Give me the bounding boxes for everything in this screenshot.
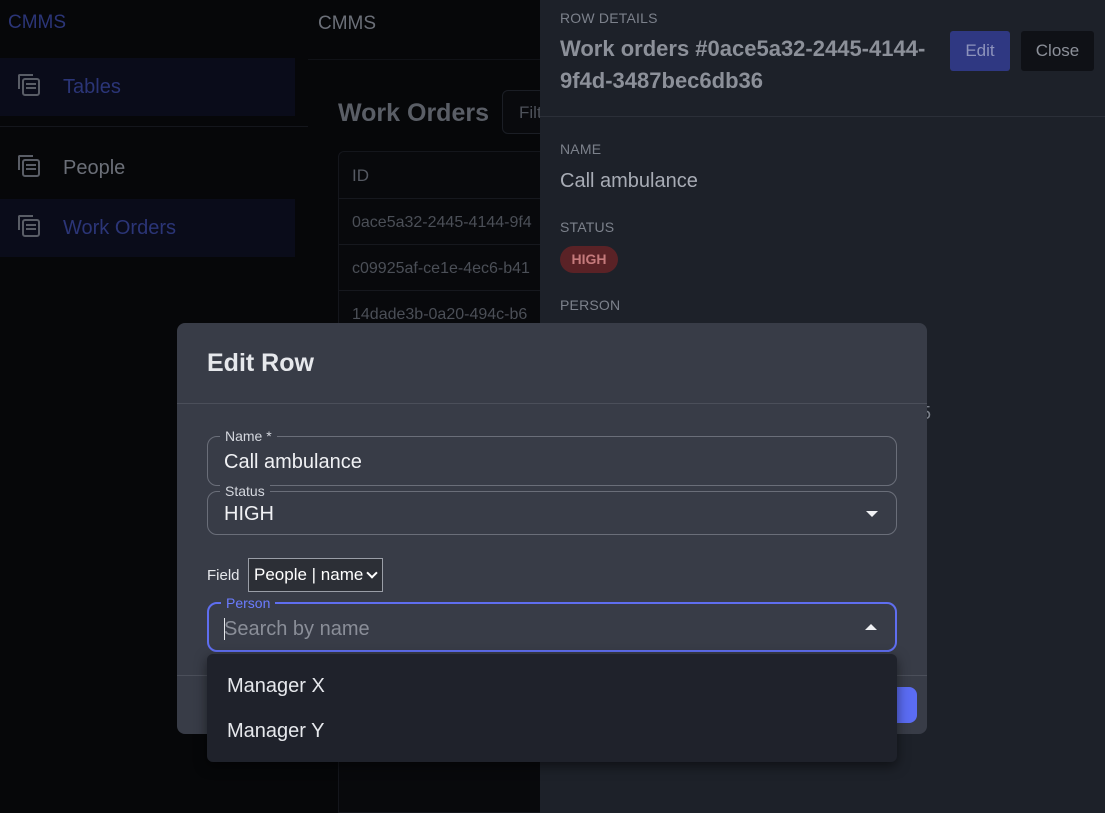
person-label: PERSON	[560, 297, 621, 313]
caret-up-icon[interactable]	[865, 624, 877, 630]
row-details-section-label: ROW DETAILS	[560, 10, 658, 26]
status-field-label: Status	[220, 483, 270, 499]
sidebar-item-label: Work Orders	[63, 216, 176, 239]
header-title: CMMS	[318, 13, 377, 34]
modal-divider	[177, 403, 927, 404]
name-field-value: Call ambulance	[224, 451, 362, 473]
status-label: STATUS	[560, 219, 615, 235]
caret-down-icon	[866, 511, 878, 517]
name-field[interactable]: Name * Call ambulance	[207, 428, 897, 486]
person-search-field[interactable]: Person Search by name	[207, 595, 897, 652]
brand-logo: CMMS	[8, 12, 67, 33]
sidebar-item-tables[interactable]: Tables	[0, 58, 295, 116]
status-badge: HIGH	[560, 246, 618, 273]
option-manager-y[interactable]: Manager Y	[227, 720, 324, 743]
text-cursor	[224, 618, 225, 640]
field-selector-value: People | name	[254, 565, 364, 584]
table-icon	[18, 74, 40, 96]
edit-button[interactable]: Edit	[950, 31, 1010, 71]
name-field-label: Name *	[220, 428, 277, 444]
name-value: Call ambulance	[560, 170, 698, 192]
person-search-input[interactable]: Search by name	[224, 618, 370, 641]
person-options-dropdown: Manager X Manager Y	[207, 654, 897, 762]
sidebar-item-label: People	[63, 156, 126, 179]
status-select[interactable]: Status HIGH	[207, 483, 897, 535]
sidebar-item-label: Tables	[63, 75, 121, 98]
field-selector[interactable]: People | name	[248, 558, 383, 592]
sidebar-item-people[interactable]: People	[0, 139, 295, 197]
table-icon	[18, 215, 40, 237]
modal-title: Edit Row	[207, 349, 314, 377]
status-field-value: HIGH	[224, 503, 274, 525]
page-title: Work Orders	[338, 99, 489, 127]
field-selector-label: Field	[207, 567, 240, 584]
person-field-label: Person	[221, 595, 276, 611]
column-header-id[interactable]: ID	[339, 152, 547, 199]
row-details-title: Work orders #0ace5a32-2445-4144-9f4d-348…	[560, 36, 926, 93]
name-label: NAME	[560, 141, 602, 157]
option-manager-x[interactable]: Manager X	[227, 675, 325, 698]
table-icon	[18, 155, 40, 177]
close-button[interactable]: Close	[1021, 31, 1094, 71]
chevron-down-icon	[366, 567, 378, 579]
table-row[interactable]: c09925af-ce1e-4ec6-b41	[339, 245, 547, 291]
sidebar-item-work-orders[interactable]: Work Orders	[0, 199, 295, 257]
sidebar-divider	[0, 126, 308, 127]
table-row[interactable]: 0ace5a32-2445-4144-9f4	[339, 199, 547, 245]
